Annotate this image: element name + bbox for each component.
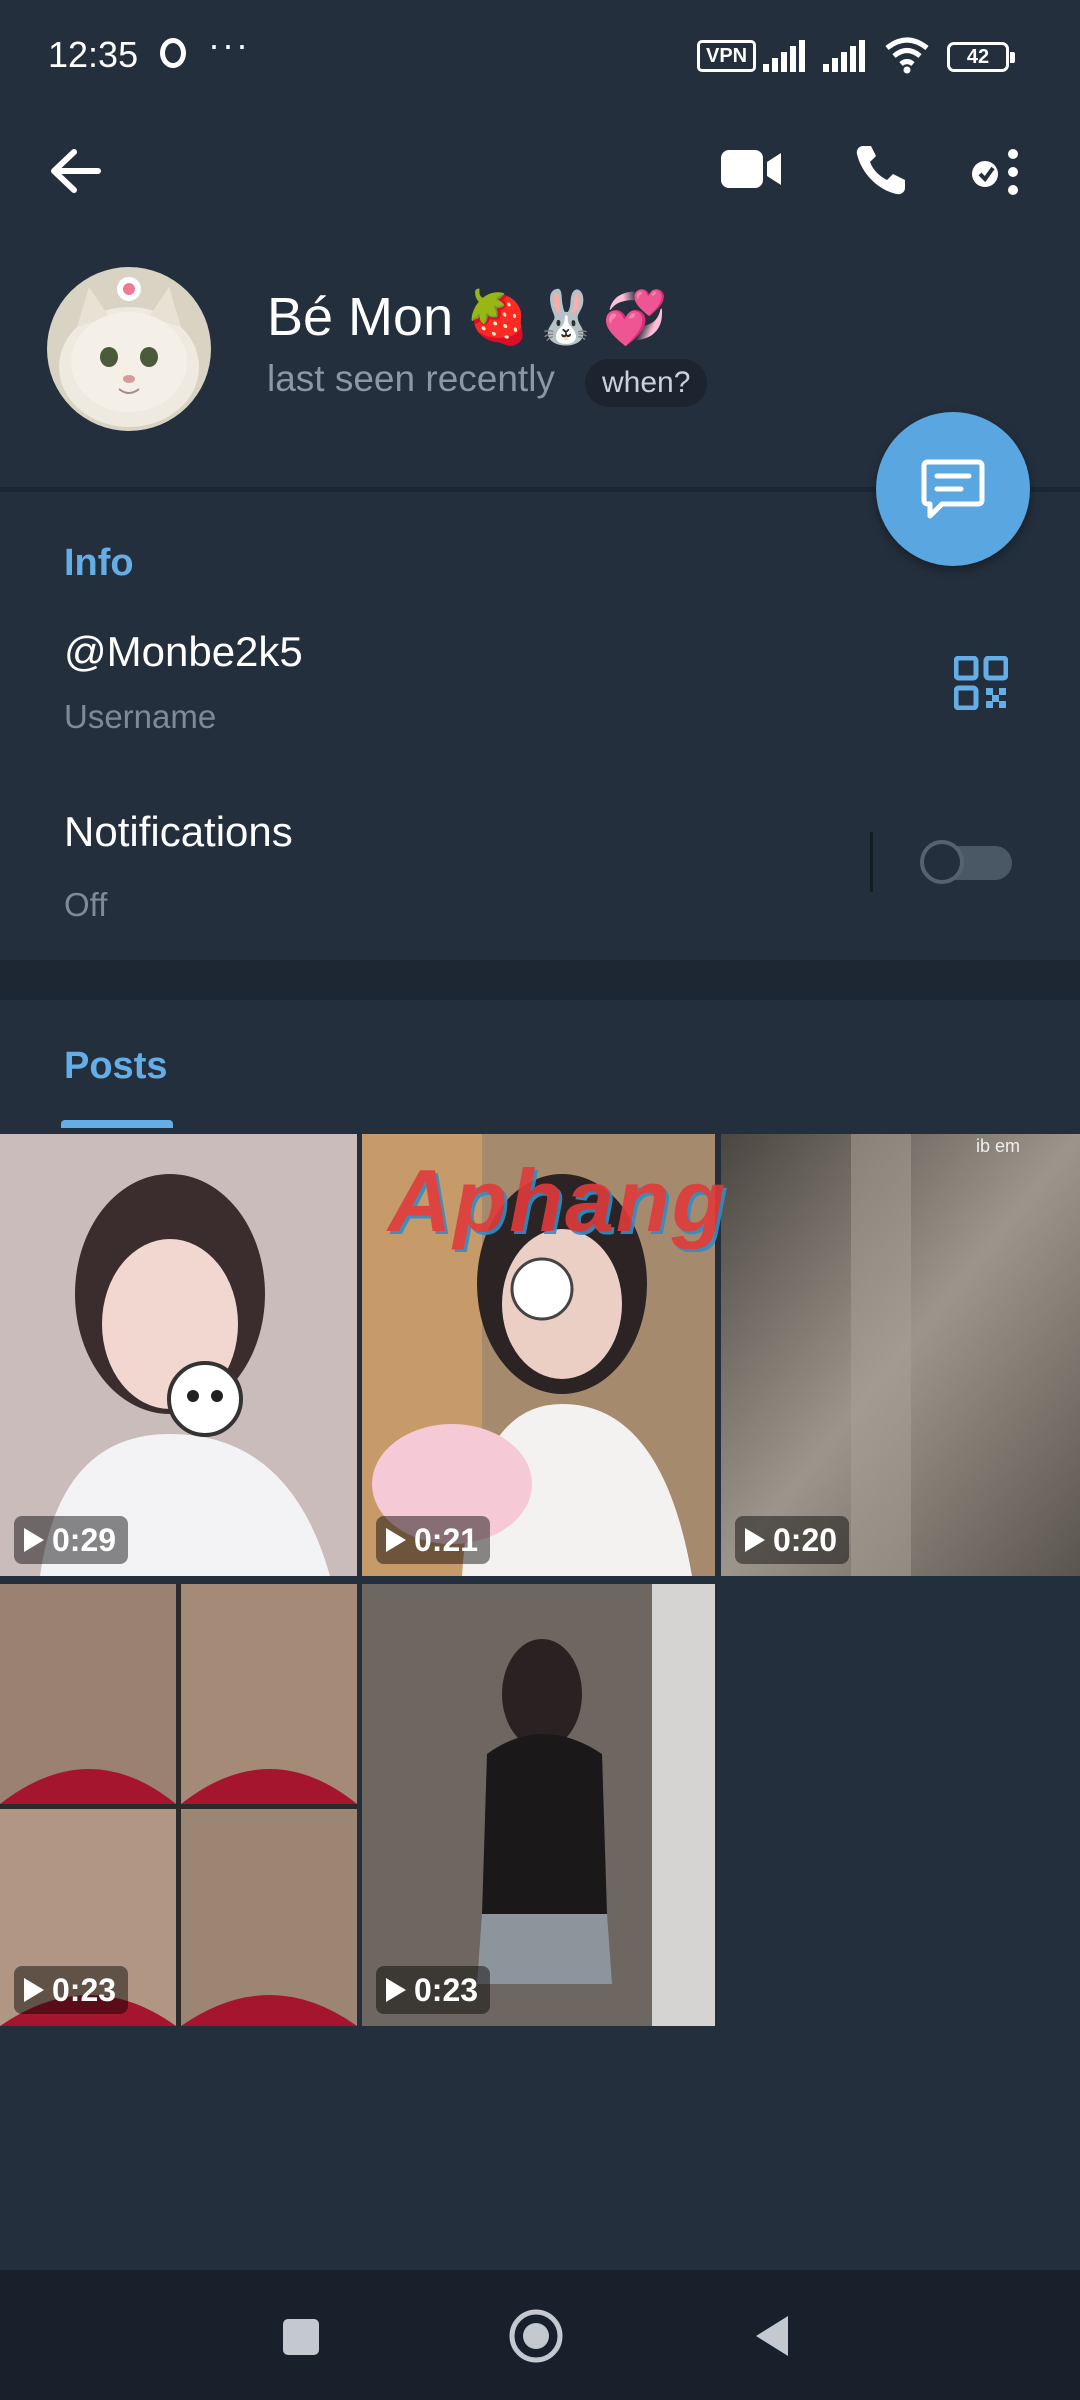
- username-value[interactable]: @Monbe2k5: [64, 628, 303, 676]
- media-tile[interactable]: 0:29: [0, 1134, 357, 1576]
- username-label: Username: [64, 698, 217, 735]
- media-tile[interactable]: 0:23: [362, 1584, 715, 2026]
- tab-posts[interactable]: Posts: [64, 1045, 167, 1088]
- wifi-icon: [885, 37, 929, 74]
- back-icon[interactable]: [752, 2314, 792, 2358]
- play-icon: [24, 1978, 44, 2002]
- qr-code-icon[interactable]: [954, 656, 1008, 710]
- more-options-icon[interactable]: [971, 146, 1023, 196]
- watermark-text: Aphang: [388, 1151, 728, 1250]
- last-seen-status: last seen recently: [267, 358, 555, 399]
- opera-icon: [160, 38, 186, 68]
- status-more-icon: ···: [208, 24, 250, 65]
- duration-badge: 0:21: [376, 1516, 491, 1564]
- phone-icon[interactable]: [853, 142, 909, 198]
- notifications-value: Off: [64, 886, 108, 923]
- duration-badge: 0:23: [376, 1966, 491, 2014]
- media-tile[interactable]: 0:20: [721, 1134, 1080, 1576]
- profile-name: Bé Mon: [267, 287, 454, 347]
- video-call-icon[interactable]: [721, 148, 783, 190]
- profile-name-emojis: 🍓🐰💞: [465, 288, 672, 347]
- play-icon: [24, 1528, 44, 1552]
- status-bar: 12:35 ··· VPN 42: [0, 0, 1080, 115]
- info-title: Info: [64, 542, 134, 584]
- notifications-toggle[interactable]: [920, 840, 1014, 884]
- battery-indicator: 42: [947, 42, 1015, 72]
- duration-badge: 0:23: [14, 1966, 129, 2014]
- divider: [870, 832, 873, 892]
- signal-icon: [763, 40, 805, 72]
- notifications-label: Notifications: [64, 808, 293, 855]
- duration-badge: 0:29: [14, 1516, 129, 1564]
- avatar[interactable]: [47, 267, 211, 431]
- system-nav-bar: [0, 2270, 1080, 2400]
- profile-name-row: Bé Mon 🍓🐰💞: [267, 282, 671, 352]
- media-tile[interactable]: 0:23: [0, 1584, 357, 2026]
- home-icon[interactable]: [508, 2308, 564, 2364]
- vpn-badge: VPN: [697, 40, 757, 72]
- duration-badge: 0:20: [735, 1516, 850, 1564]
- play-icon: [386, 1978, 406, 2002]
- play-icon: [386, 1528, 406, 1552]
- play-icon: [745, 1528, 765, 1552]
- toggle-knob: [920, 840, 964, 884]
- signal-icon: [823, 40, 865, 72]
- back-arrow-icon[interactable]: [48, 146, 104, 196]
- recents-icon[interactable]: [281, 2317, 321, 2357]
- message-button[interactable]: [876, 412, 1030, 566]
- tab-posts-indicator: [61, 1120, 173, 1128]
- tile-caption: ib em: [976, 1136, 1021, 1156]
- status-time: 12:35: [48, 34, 139, 75]
- message-icon: [921, 459, 985, 519]
- when-button[interactable]: when?: [585, 359, 708, 407]
